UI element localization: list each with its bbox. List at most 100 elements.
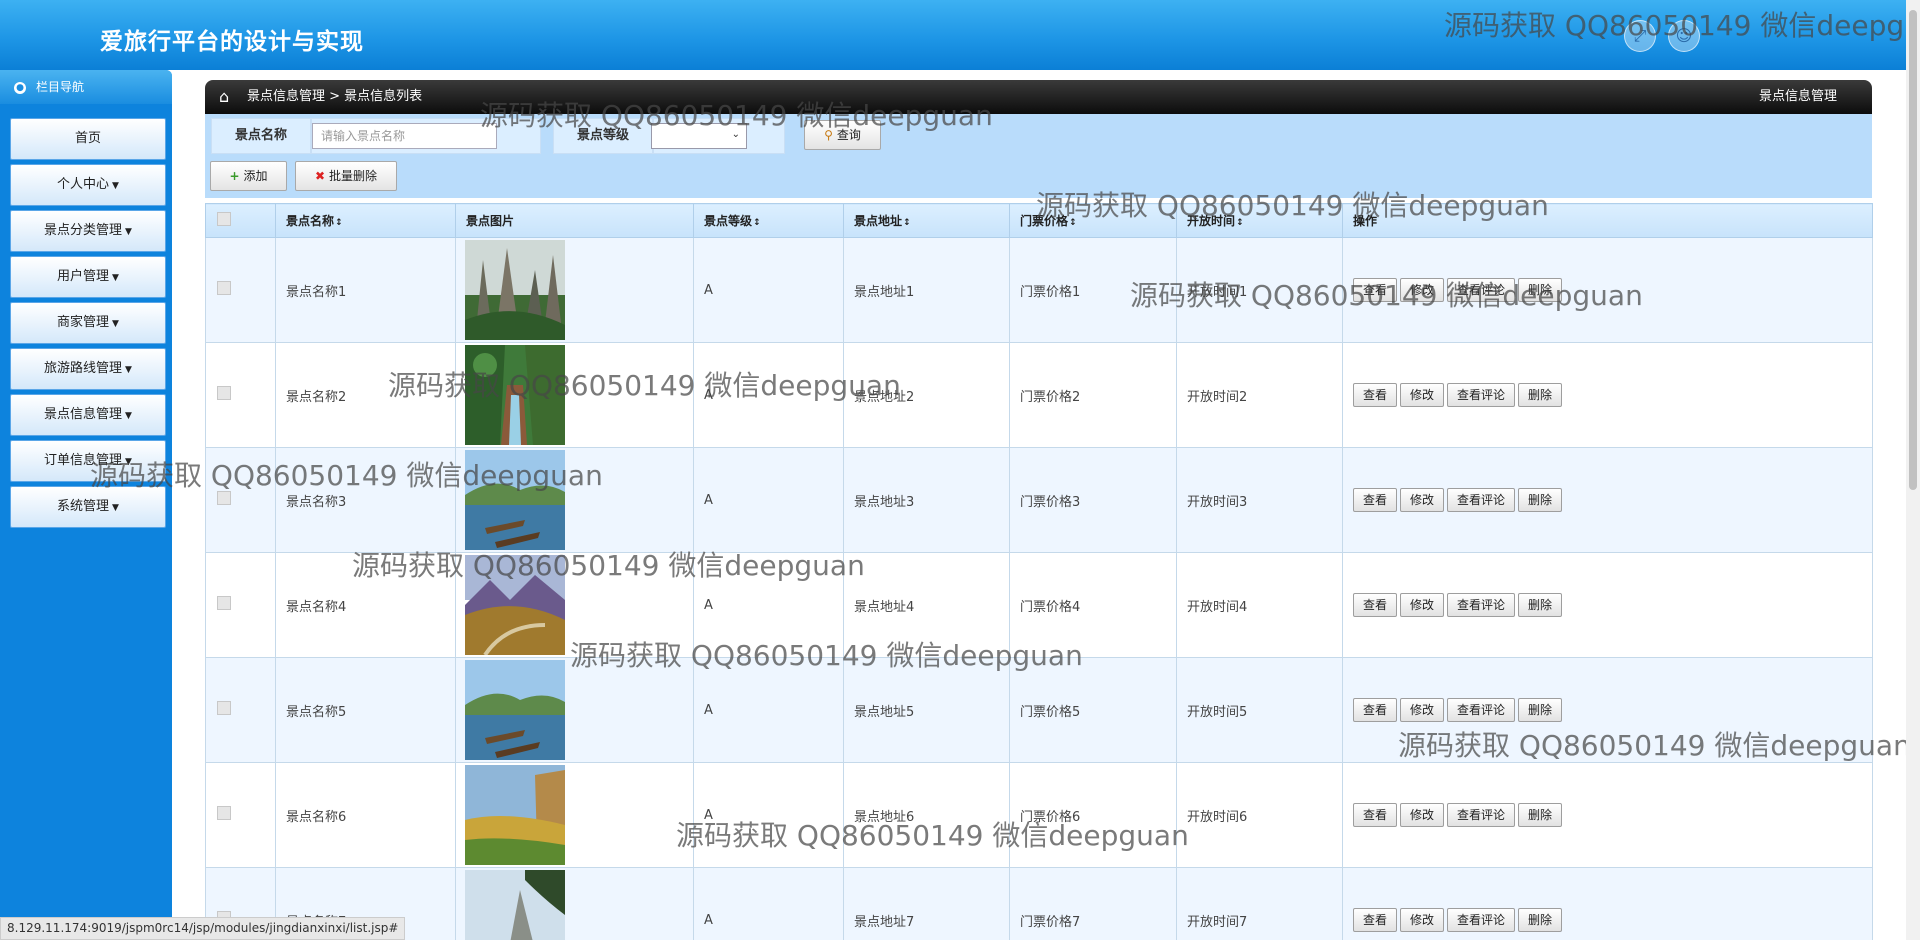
edit-button[interactable]: 修改: [1400, 278, 1445, 302]
cell-open-time: 开放时间4: [1176, 552, 1343, 658]
view-button[interactable]: 查看: [1353, 698, 1398, 722]
delete-button[interactable]: 删除: [1518, 383, 1563, 407]
cell-level: A: [693, 447, 844, 553]
row-checkbox[interactable]: [217, 491, 231, 505]
view-comments-button[interactable]: 查看评论: [1447, 383, 1516, 407]
table-row[interactable]: 景点名称1 A 景点地址1 门票价格1 开放时间1 查看 修改 查看评论 删除: [205, 237, 1873, 343]
row-checkbox[interactable]: [217, 596, 231, 610]
edit-button[interactable]: 修改: [1400, 698, 1445, 722]
page-scrollbar[interactable]: [1906, 0, 1920, 940]
delete-button[interactable]: 删除: [1518, 278, 1563, 302]
sidebar-item-6[interactable]: 景点信息管理 ▼: [10, 394, 166, 436]
cell-open-time: 开放时间7: [1176, 867, 1343, 940]
expand-arrows-icon[interactable]: ⤢: [1624, 20, 1656, 52]
query-button[interactable]: ⚲ 查询: [804, 120, 881, 150]
batch-delete-button[interactable]: ✖ 批量删除: [295, 161, 397, 191]
cell-actions: 查看 修改 查看评论 删除: [1342, 867, 1873, 940]
view-button[interactable]: 查看: [1353, 383, 1398, 407]
scrollbar-thumb[interactable]: [1909, 10, 1917, 490]
sidebar-item-3[interactable]: 用户管理 ▼: [10, 256, 166, 298]
cell-price: 门票价格6: [1009, 762, 1177, 868]
col-open-time[interactable]: 开放时间: [1176, 203, 1343, 238]
cell-level: A: [693, 762, 844, 868]
cell-level: A: [693, 342, 844, 448]
delete-button[interactable]: 删除: [1518, 593, 1563, 617]
cell-level: A: [693, 867, 844, 940]
sidebar-item-2[interactable]: 景点分类管理 ▼: [10, 210, 166, 252]
view-comments-button[interactable]: 查看评论: [1447, 908, 1516, 932]
sidebar-item-7[interactable]: 订单信息管理 ▼: [10, 440, 166, 482]
sidebar-item-label: 用户管理: [57, 269, 110, 284]
name-label: 景点名称: [211, 118, 311, 154]
select-all-checkbox[interactable]: [217, 212, 231, 226]
add-button[interactable]: + 添加: [210, 161, 287, 191]
cell-open-time: 开放时间3: [1176, 447, 1343, 553]
row-select-cell: [205, 237, 276, 343]
cell-address: 景点地址6: [843, 762, 1010, 868]
view-button[interactable]: 查看: [1353, 803, 1398, 827]
cell-level: A: [693, 552, 844, 658]
row-select-cell: [205, 762, 276, 868]
view-button[interactable]: 查看: [1353, 278, 1398, 302]
sidebar-item-label: 首页: [74, 131, 101, 146]
view-button[interactable]: 查看: [1353, 488, 1398, 512]
caret-down-icon: ▼: [112, 319, 119, 329]
table-row[interactable]: 景点名称4 A 景点地址4 门票价格4 开放时间4 查看 修改 查看评论 删除: [205, 552, 1873, 658]
table-row[interactable]: 景点名称2 A 景点地址2 门票价格2 开放时间2 查看 修改 查看评论 删除: [205, 342, 1873, 448]
cell-address: 景点地址4: [843, 552, 1010, 658]
cell-image: [455, 762, 694, 868]
caret-down-icon: ▼: [125, 227, 132, 237]
sidebar-item-8[interactable]: 系统管理 ▼: [10, 486, 166, 528]
search-name-input[interactable]: [312, 123, 497, 149]
delete-button[interactable]: 删除: [1518, 488, 1563, 512]
scenic-thumbnail[interactable]: [465, 765, 565, 865]
caret-down-icon: ▼: [112, 181, 119, 191]
edit-button[interactable]: 修改: [1400, 488, 1445, 512]
view-comments-button[interactable]: 查看评论: [1447, 593, 1516, 617]
delete-button[interactable]: 删除: [1518, 908, 1563, 932]
table-row[interactable]: 景点名称5 A 景点地址5 门票价格5 开放时间5 查看 修改 查看评论 删除: [205, 657, 1873, 763]
sidebar-item-5[interactable]: 旅游路线管理 ▼: [10, 348, 166, 390]
cell-name: 景点名称4: [275, 552, 456, 658]
select-all-header: [205, 203, 276, 238]
sidebar-item-0[interactable]: 首页: [10, 118, 166, 160]
sidebar-item-1[interactable]: 个人中心 ▼: [10, 164, 166, 206]
scenic-thumbnail[interactable]: [465, 345, 565, 445]
view-comments-button[interactable]: 查看评论: [1447, 803, 1516, 827]
delete-button[interactable]: 删除: [1518, 803, 1563, 827]
delete-button[interactable]: 删除: [1518, 698, 1563, 722]
col-name[interactable]: 景点名称: [275, 203, 456, 238]
col-level[interactable]: 景点等级: [693, 203, 844, 238]
home-icon[interactable]: ⌂: [219, 80, 229, 114]
view-comments-button[interactable]: 查看评论: [1447, 278, 1516, 302]
col-price[interactable]: 门票价格: [1009, 203, 1177, 238]
sidebar-item-4[interactable]: 商家管理 ▼: [10, 302, 166, 344]
row-checkbox[interactable]: [217, 701, 231, 715]
view-button[interactable]: 查看: [1353, 908, 1398, 932]
caret-down-icon: ▼: [125, 457, 132, 467]
sidebar-item-label: 系统管理: [57, 499, 110, 514]
scenic-thumbnail[interactable]: [465, 870, 565, 940]
edit-button[interactable]: 修改: [1400, 908, 1445, 932]
table-row[interactable]: 景点名称6 A 景点地址6 门票价格6 开放时间6 查看 修改 查看评论 删除: [205, 762, 1873, 868]
row-checkbox[interactable]: [217, 281, 231, 295]
table-row[interactable]: 景点名称3 A 景点地址3 门票价格3 开放时间3 查看 修改 查看评论 删除: [205, 447, 1873, 553]
row-checkbox[interactable]: [217, 386, 231, 400]
view-comments-button[interactable]: 查看评论: [1447, 698, 1516, 722]
cell-open-time: 开放时间6: [1176, 762, 1343, 868]
edit-button[interactable]: 修改: [1400, 593, 1445, 617]
edit-button[interactable]: 修改: [1400, 383, 1445, 407]
table-row[interactable]: 景点名称7A景点地址7门票价格7开放时间7查看修改查看评论删除: [205, 867, 1873, 940]
scenic-thumbnail[interactable]: [465, 240, 565, 340]
row-checkbox[interactable]: [217, 806, 231, 820]
view-comments-button[interactable]: 查看评论: [1447, 488, 1516, 512]
scenic-thumbnail[interactable]: [465, 555, 565, 655]
view-button[interactable]: 查看: [1353, 593, 1398, 617]
user-icon[interactable]: ☺: [1668, 20, 1700, 52]
col-address[interactable]: 景点地址: [843, 203, 1010, 238]
edit-button[interactable]: 修改: [1400, 803, 1445, 827]
scenic-thumbnail[interactable]: [465, 660, 565, 760]
cell-address: 景点地址2: [843, 342, 1010, 448]
scenic-thumbnail[interactable]: [465, 450, 565, 550]
level-select[interactable]: ⌄: [651, 123, 747, 149]
